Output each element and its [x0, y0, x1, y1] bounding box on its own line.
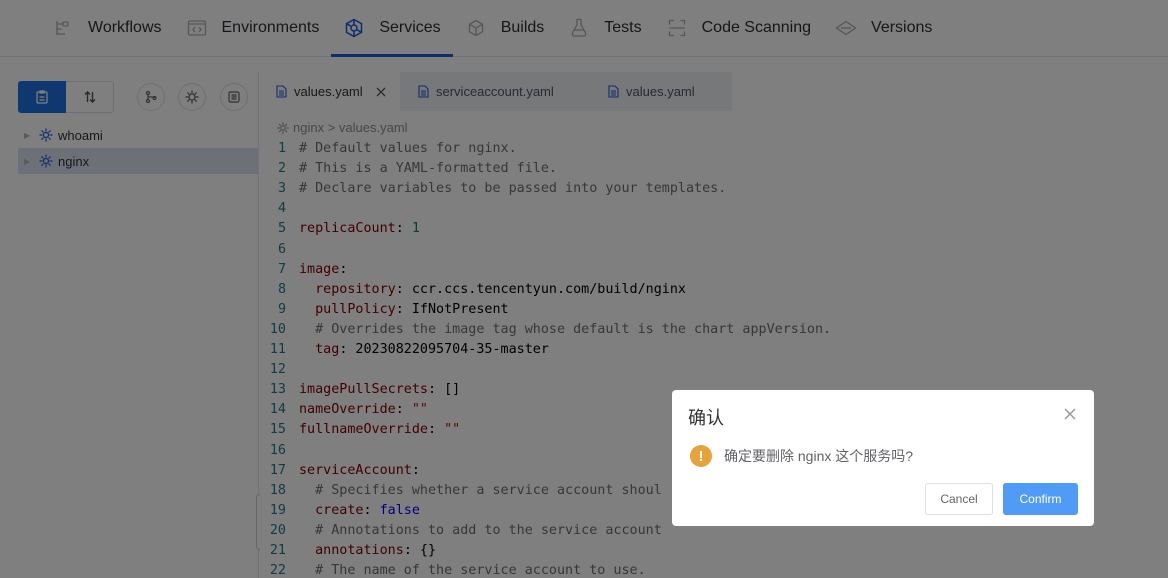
dialog-message-row: ! 确定要删除 nginx 这个服务吗?: [690, 445, 913, 467]
confirm-button[interactable]: Confirm: [1003, 483, 1078, 515]
dialog-title: 确认: [688, 408, 724, 428]
close-icon[interactable]: [1063, 407, 1077, 421]
dialog-message: 确定要删除 nginx 这个服务吗?: [724, 448, 914, 464]
confirm-dialog: 确认 ! 确定要删除 nginx 这个服务吗? Cancel Confirm: [672, 390, 1094, 526]
warning-icon: !: [690, 445, 712, 467]
cancel-button[interactable]: Cancel: [925, 483, 993, 515]
